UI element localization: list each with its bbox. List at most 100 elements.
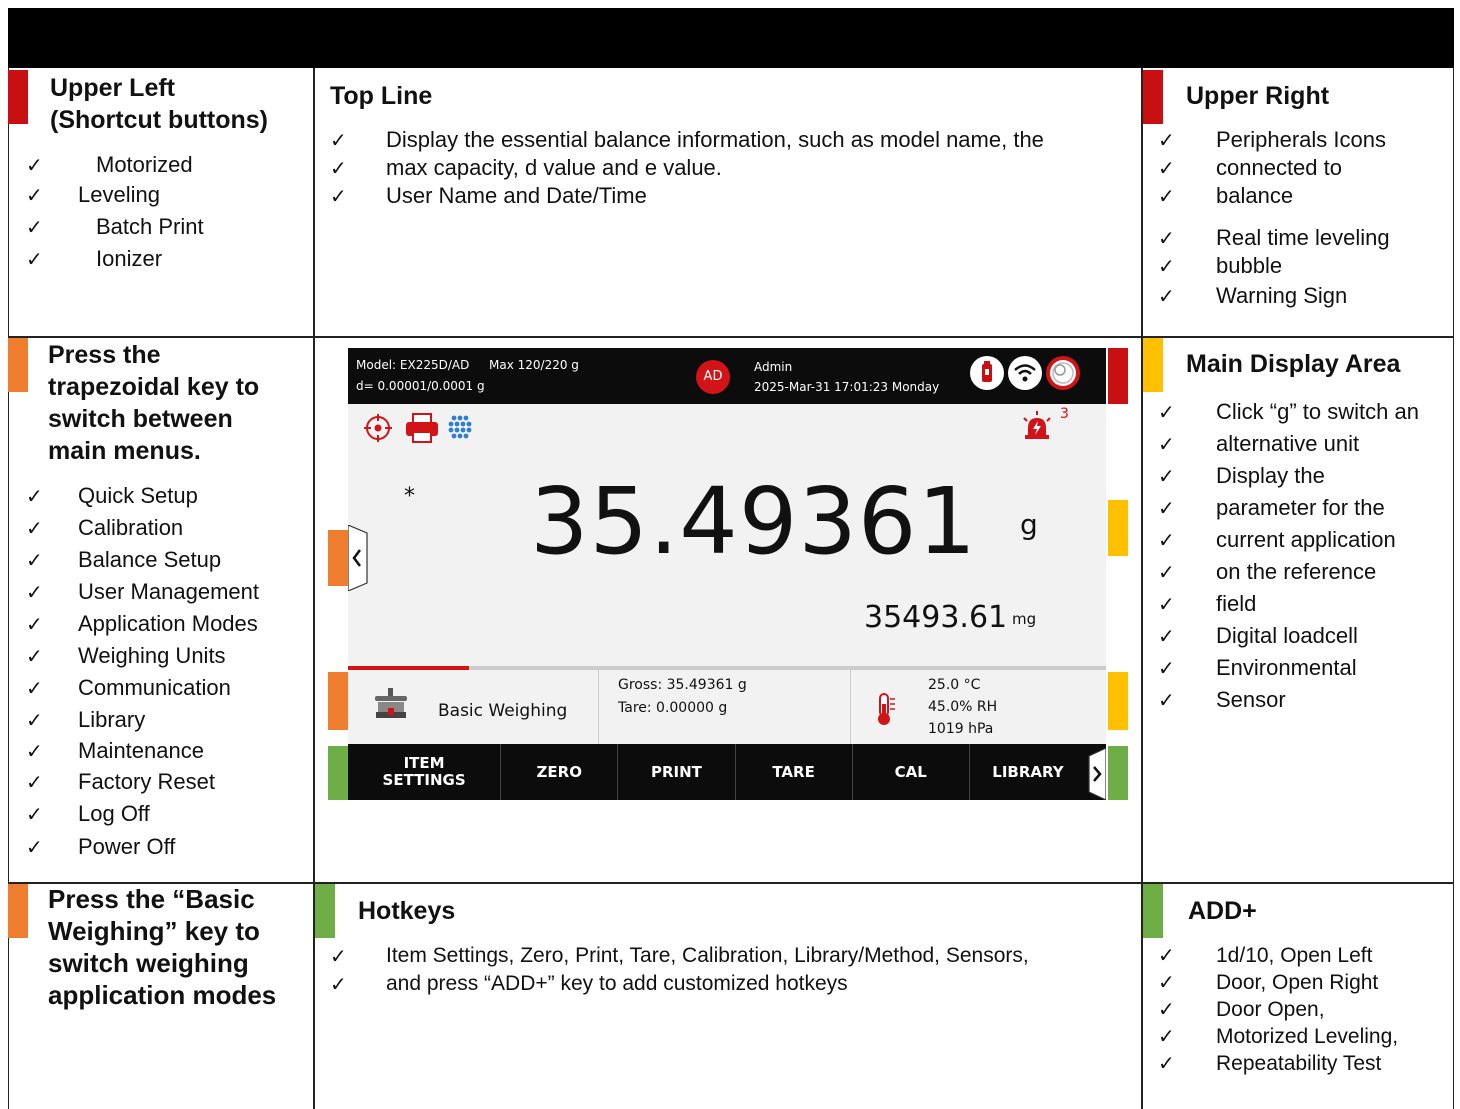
item-settings-hotkey[interactable]: ITEM SETTINGS	[348, 744, 502, 800]
list-item-continued: current application	[1158, 524, 1419, 556]
menu-item: Power Off	[26, 830, 259, 864]
menu-item: Log Off	[26, 798, 259, 830]
list-item-continued: connected to	[1158, 154, 1390, 182]
main-display-heading: Main Display Area	[1186, 350, 1401, 378]
warning-count: 3	[1060, 406, 1069, 422]
upper-right-heading: Upper Right	[1186, 82, 1330, 110]
marker-screen-unit	[1108, 500, 1128, 556]
menu-item: Balance Setup	[26, 544, 259, 576]
col-divider-left	[313, 68, 315, 1109]
wifi-icon	[1008, 356, 1042, 390]
hotkeys-heading: Hotkeys	[358, 897, 456, 925]
list-item: Item Settings, Zero, Print, Tare, Calibr…	[330, 942, 1029, 970]
ionizer-icon[interactable]	[444, 412, 476, 449]
list-item-continued: Leveling	[26, 180, 204, 210]
list-item-continued: parameter for the	[1158, 492, 1419, 524]
gross-value: Gross: 35.49361 g	[618, 677, 747, 693]
balance-icon	[372, 688, 410, 726]
zero-hotkey[interactable]: ZERO	[501, 744, 619, 800]
printer-icon[interactable]	[404, 412, 440, 449]
marker-hotkeys	[315, 884, 335, 938]
unit-button[interactable]: g	[1020, 508, 1038, 541]
menu-trapezoid-key[interactable]	[347, 524, 368, 592]
marker-screen-hotkeys-right	[1108, 746, 1128, 800]
top-line-list: Display the essential balance informatio…	[330, 126, 1044, 210]
col-divider-right	[1141, 68, 1143, 1109]
list-item: Warning Sign	[1158, 282, 1390, 310]
marker-screen-trap	[328, 530, 348, 586]
row-divider-1	[8, 336, 1454, 338]
marker-upper-right	[1143, 70, 1163, 124]
top-line-heading: Top Line	[330, 82, 433, 110]
list-item-continued: balance	[1158, 182, 1390, 210]
d-value: d= 0.00001/0.0001 g	[356, 379, 485, 393]
list-item-continued: bubble	[1158, 252, 1390, 280]
menu-item: Communication	[26, 672, 259, 704]
level-bubble-icon[interactable]	[1046, 356, 1080, 390]
info-panel: Basic Weighing Gross: 35.49361 g Tare: 0…	[348, 670, 1106, 744]
list-item-continued: Environmental	[1158, 652, 1419, 684]
thermometer-icon	[874, 692, 898, 732]
list-item: Display the	[1158, 460, 1419, 492]
secondary-unit: mg	[1012, 610, 1037, 628]
list-item: Ionizer	[26, 244, 204, 274]
list-item: Display the essential balance informatio…	[330, 126, 1044, 154]
app-mode-label: Basic Weighing	[438, 701, 568, 721]
user-avatar[interactable]: AD	[696, 360, 730, 394]
marker-screen-app	[328, 672, 348, 730]
hotkey-more-key[interactable]	[1088, 747, 1107, 801]
menu-item: Maintenance	[26, 736, 259, 766]
marker-trapezoidal	[8, 338, 28, 392]
humidity-value: 45.0% RH	[928, 699, 998, 715]
list-item-continued: Repeatability Test	[1158, 1050, 1398, 1077]
menu-item: Library	[26, 704, 259, 736]
tare-hotkey[interactable]: TARE	[736, 744, 853, 800]
weight-reading: 35.49361	[530, 468, 977, 575]
list-item-continued: Door, Open Right	[1158, 969, 1398, 996]
print-hotkey[interactable]: PRINT	[618, 744, 736, 800]
date-time: 2025-Mar-31 17:01:23 Monday	[754, 380, 940, 394]
marker-screen-sensor	[1108, 672, 1128, 730]
library-hotkey[interactable]: LIBRARY	[970, 744, 1106, 800]
list-item: Peripherals Icons	[1158, 126, 1390, 154]
list-item-continued: on the reference	[1158, 556, 1419, 588]
list-item: Click “g” to switch an	[1158, 396, 1419, 428]
balance-screen: Model: EX225D/AD Max 120/220 g d= 0.0000…	[348, 348, 1106, 800]
menu-item: Quick Setup	[26, 480, 259, 512]
tare-value: Tare: 0.00000 g	[618, 700, 728, 716]
list-item-continued: alternative unit	[1158, 428, 1419, 460]
info-divider	[598, 670, 599, 744]
list-item: Batch Print	[26, 212, 204, 242]
list-item-continued: field	[1158, 588, 1419, 620]
screen-top-line: Model: EX225D/AD Max 120/220 g d= 0.0000…	[348, 348, 1106, 404]
add-list: 1d/10, Open Left Door, Open Right Door O…	[1158, 942, 1398, 1077]
list-item-continued: Motorized Leveling,	[1158, 1023, 1398, 1050]
list-item-continued: Door Open,	[1158, 996, 1398, 1023]
hotkeys-list: Item Settings, Zero, Print, Tare, Calibr…	[330, 942, 1029, 998]
list-item: Motorized	[26, 150, 204, 180]
usb-icon	[970, 356, 1004, 390]
info-divider	[850, 670, 851, 744]
model-name: Model: EX225D/AD	[356, 358, 470, 372]
upper-right-list: Peripherals Icons connected to balance R…	[1158, 126, 1390, 310]
menu-list: Quick Setup Calibration Balance Setup Us…	[26, 480, 259, 864]
cal-hotkey[interactable]: CAL	[853, 744, 970, 800]
basic-weighing-button[interactable]: Basic Weighing	[348, 670, 598, 744]
menu-item: Calibration	[26, 512, 259, 544]
marker-main-display	[1143, 338, 1163, 392]
marker-screen-upper-right	[1108, 348, 1128, 404]
main-display-list: Click “g” to switch an alternative unit …	[1158, 396, 1419, 716]
leveling-icon[interactable]	[362, 412, 394, 449]
list-item-continued: max capacity, d value and e value.	[330, 154, 1044, 182]
upper-left-heading: Upper Left (Shortcut buttons)	[50, 74, 269, 134]
menu-item: User Management	[26, 576, 259, 608]
list-item: User Name and Date/Time	[330, 182, 1044, 210]
marker-upper-left	[8, 70, 28, 124]
pressure-value: 1019 hPa	[928, 721, 994, 737]
marker-add	[1143, 884, 1163, 938]
marker-basic-weighing	[8, 884, 28, 938]
menu-item: Factory Reset	[26, 766, 259, 798]
list-item: Digital loadcell	[1158, 620, 1419, 652]
warning-icon[interactable]	[1020, 410, 1054, 445]
header-bar	[8, 8, 1454, 68]
